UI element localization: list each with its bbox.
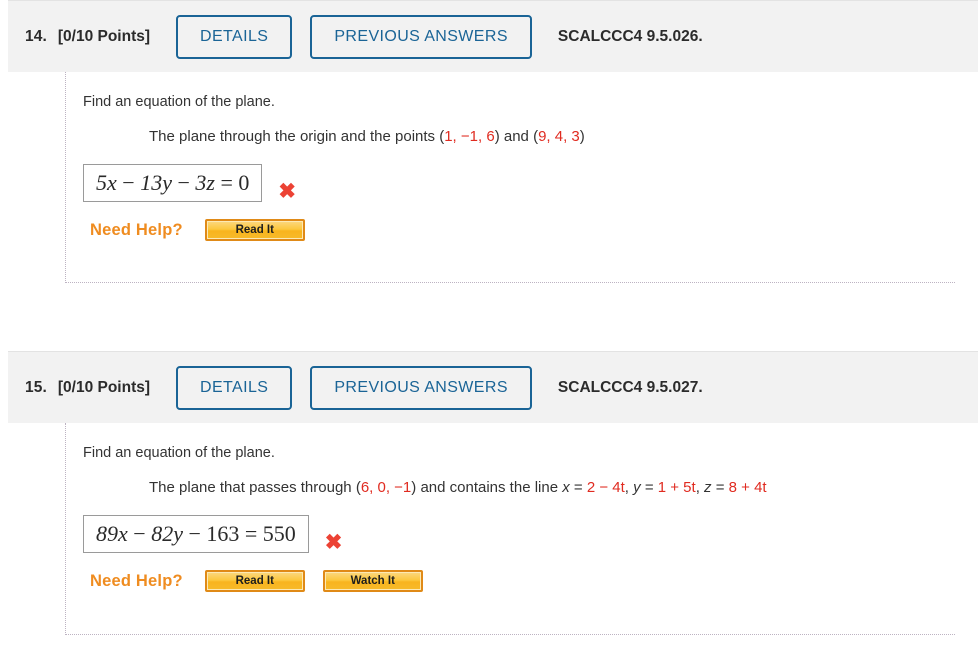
- line-y-var: y: [633, 479, 641, 496]
- line-z-value: 8 + 4t: [728, 479, 767, 496]
- answer-input[interactable]: 89x − 82y − 163 = 550: [83, 514, 309, 553]
- answer-op-2: −: [177, 169, 190, 195]
- answer-row: 5x − 13y − 3z = 0 ✖: [66, 146, 955, 202]
- wrong-answer-x-icon: ✖: [278, 180, 296, 203]
- problem-header-14: 14. [0/10 Points] DETAILS PREVIOUS ANSWE…: [8, 0, 978, 72]
- answer-input[interactable]: 5x − 13y − 3z = 0: [83, 163, 263, 202]
- question-prompt: Find an equation of the plane.: [83, 94, 275, 110]
- question-prompt: Find an equation of the plane.: [83, 445, 275, 461]
- answer-term-z: 163: [206, 520, 240, 546]
- problem-body-14: Find an equation of the plane. The plane…: [65, 72, 955, 283]
- wrong-answer-x-icon: ✖: [324, 531, 343, 554]
- watch-it-button[interactable]: Watch It: [322, 570, 423, 592]
- problem-body-15: Find an equation of the plane. The plane…: [65, 423, 955, 635]
- previous-answers-button[interactable]: PREVIOUS ANSWERS: [310, 14, 532, 59]
- line-sep-1: ,: [624, 479, 629, 496]
- details-button[interactable]: DETAILS: [176, 14, 293, 59]
- line-x-equals: =: [573, 479, 583, 496]
- line-z-var: z: [704, 479, 712, 496]
- answer-row: 89x − 82y − 163 = 550 ✖: [66, 497, 955, 553]
- answer-equals: =: [220, 169, 233, 195]
- problem-points: [0/10 Points]: [57, 27, 151, 45]
- answer-term-x: 5x: [96, 169, 117, 195]
- read-it-button[interactable]: Read It: [204, 570, 305, 592]
- line-sep-2: ,: [695, 479, 700, 496]
- question-statement: The plane through the origin and the poi…: [66, 111, 955, 146]
- statement-lead: The plane that passes through: [149, 479, 352, 496]
- problem-block-15: 15. [0/10 Points] DETAILS PREVIOUS ANSWE…: [0, 351, 978, 635]
- need-help-row: Need Help? Read It: [66, 202, 955, 241]
- point-2-value: 9, 4, 3: [538, 128, 580, 145]
- problem-number: 14.: [25, 27, 47, 45]
- line-x-value: 2 − 4t: [586, 479, 625, 496]
- read-it-button[interactable]: Read It: [204, 219, 305, 241]
- paren-close-2: ): [579, 128, 585, 145]
- question-statement: The plane that passes through (6, 0, −1)…: [66, 462, 955, 497]
- previous-answers-button[interactable]: PREVIOUS ANSWERS: [310, 365, 532, 410]
- paren-close-1: ): [411, 479, 417, 496]
- problem-number: 15.: [25, 378, 47, 396]
- need-help-label: Need Help?: [90, 571, 183, 590]
- paren-close-1: ): [494, 128, 500, 145]
- answer-term-y: 82y: [151, 520, 183, 546]
- line-y-value: 1 + 5t: [657, 479, 696, 496]
- problem-block-14: 14. [0/10 Points] DETAILS PREVIOUS ANSWE…: [0, 0, 978, 283]
- line-y-equals: =: [644, 479, 654, 496]
- statement-conjunction: and: [503, 128, 529, 145]
- problem-points: [0/10 Points]: [57, 378, 151, 396]
- problem-reference: SCALCCC4 9.5.026.: [557, 27, 703, 45]
- answer-term-y: 13y: [140, 169, 172, 195]
- problem-reference: SCALCCC4 9.5.027.: [557, 378, 703, 396]
- point-1-value: 1, −1, 6: [444, 128, 495, 145]
- problem-header-15: 15. [0/10 Points] DETAILS PREVIOUS ANSWE…: [8, 351, 978, 423]
- need-help-label: Need Help?: [90, 220, 183, 239]
- line-x-var: x: [562, 479, 570, 496]
- point-1-value: 6, 0, −1: [360, 479, 412, 496]
- answer-term-x: 89x: [96, 520, 128, 546]
- line-z-equals: =: [715, 479, 725, 496]
- answer-op-1: −: [133, 520, 146, 546]
- answer-op-1: −: [122, 169, 135, 195]
- details-button[interactable]: DETAILS: [176, 365, 293, 410]
- need-help-row: Need Help? Read It Watch It: [66, 553, 955, 592]
- answer-op-2: −: [188, 520, 201, 546]
- statement-conjunction: and contains the line: [420, 479, 559, 496]
- answer-equals: =: [244, 520, 258, 546]
- statement-lead: The plane through the origin and the poi…: [149, 128, 436, 145]
- answer-rhs: 550: [262, 520, 296, 546]
- answer-term-z: 3z: [195, 169, 215, 195]
- answer-rhs: 0: [238, 169, 250, 195]
